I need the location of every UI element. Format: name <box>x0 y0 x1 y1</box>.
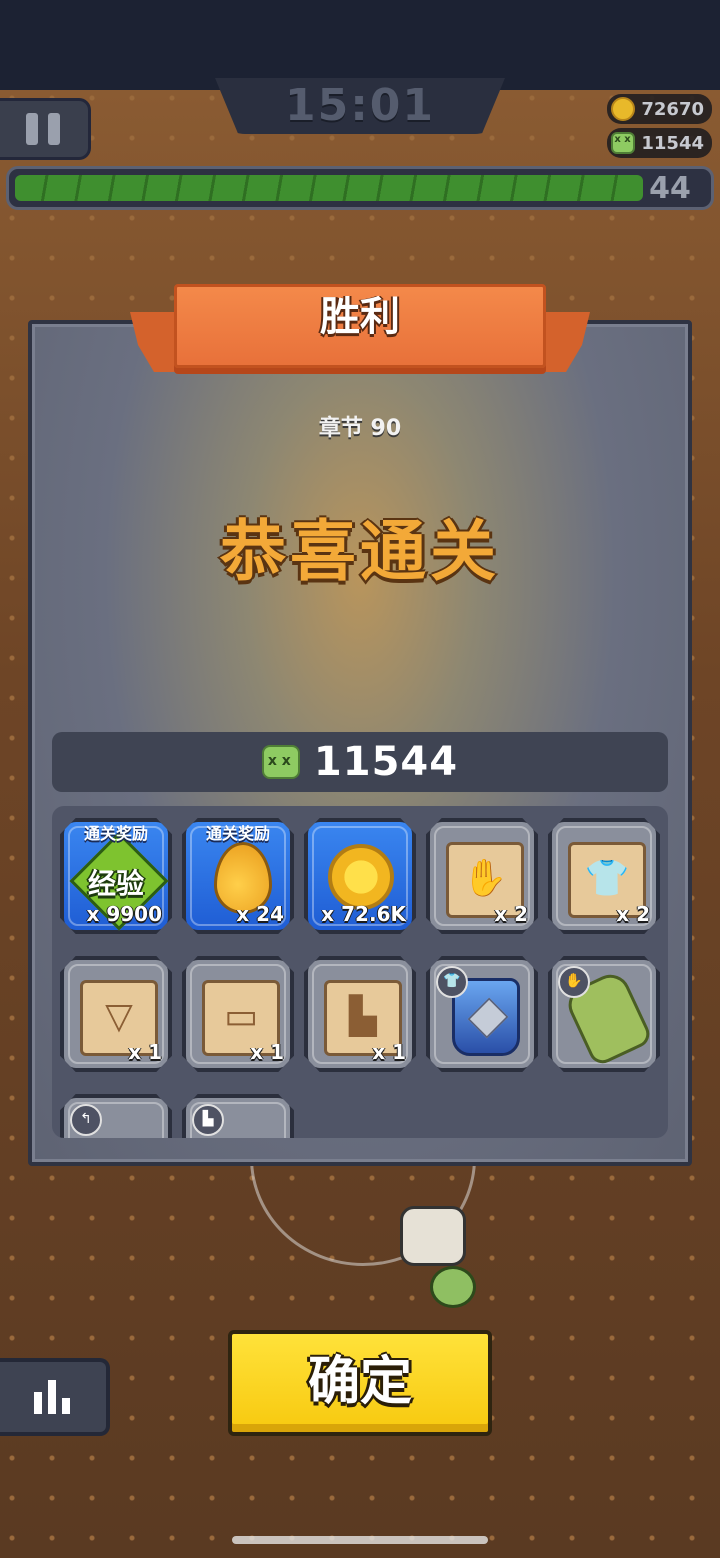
reward-qty: x 2 <box>616 902 650 926</box>
pause-icon <box>26 113 38 145</box>
glove-type-badge-icon: ✋ <box>558 966 590 998</box>
battle-stats-button[interactable] <box>0 1358 110 1436</box>
experience-bar: 44 <box>6 166 714 210</box>
reward-slot-necklace-scroll[interactable]: ▽ x 1 <box>60 956 172 1072</box>
player-level: 44 <box>649 171 691 206</box>
congrats-headline: 恭喜通关 <box>220 513 500 590</box>
hero-character <box>430 1266 476 1308</box>
kill-summary-count: 11544 <box>313 739 459 785</box>
coin-icon <box>611 97 636 121</box>
reward-slot-weapon[interactable]: ↰ <box>60 1094 172 1138</box>
reward-slot-blue-armor[interactable]: 👕 <box>426 956 538 1072</box>
zombie-head-icon <box>611 132 636 154</box>
coin-counter: 72670 <box>607 94 712 124</box>
reward-slot-glove-scroll[interactable]: ✋ x 2 <box>426 818 538 934</box>
stats-bar-chart-icon-bar <box>48 1380 56 1414</box>
stats-bar-chart-icon-bar <box>62 1398 70 1414</box>
reward-qty: x 24 <box>236 902 284 926</box>
coin-count: 72670 <box>641 98 704 120</box>
reward-slot-gold-drop[interactable]: 通关奖励 x 24 <box>182 818 294 934</box>
confirm-button[interactable]: 确定 <box>228 1330 492 1436</box>
reward-slot-armor-scroll[interactable]: 👕 x 2 <box>548 818 660 934</box>
boots-type-badge-icon: ▙ <box>192 1104 224 1136</box>
reward-slot-boots[interactable]: ▙ <box>182 1094 294 1138</box>
game-timer: 15:01 <box>284 80 436 131</box>
reward-slot-camo-glove[interactable]: ✋ <box>548 956 660 1072</box>
title-ribbon: 胜利 <box>130 284 590 384</box>
experience-bar-fill <box>15 175 643 201</box>
zombie-head-icon <box>261 745 300 779</box>
hero-speech-bubble <box>400 1206 466 1266</box>
reward-slot-boots-scroll[interactable]: ▙ x 1 <box>304 956 416 1072</box>
armor-type-badge-icon: 👕 <box>436 966 468 998</box>
reward-slot-belt-scroll[interactable]: ▭ x 1 <box>182 956 294 1072</box>
reward-qty: x 2 <box>494 902 528 926</box>
kill-summary: 11544 <box>52 732 668 792</box>
weapon-type-badge-icon: ↰ <box>70 1104 102 1136</box>
kill-count: 11544 <box>641 132 704 154</box>
reward-qty: x 1 <box>372 1040 406 1064</box>
reward-tag: 通关奖励 <box>83 824 148 843</box>
stats-bar-chart-icon <box>34 1392 42 1414</box>
victory-title: 胜利 <box>320 294 400 340</box>
reward-slot-coins[interactable]: x 72.6K <box>304 818 416 934</box>
chapter-label: 章节 90 <box>318 416 402 441</box>
pause-icon-bar <box>48 113 60 145</box>
reward-grid[interactable]: 经验 通关奖励 x 9900 通关奖励 x 24 x 72.6K ✋ x 2 👕… <box>52 806 668 1138</box>
reward-qty: x 1 <box>128 1040 162 1064</box>
home-indicator[interactable] <box>232 1536 488 1544</box>
top-notch-area <box>0 0 720 90</box>
reward-label: 经验 <box>87 867 144 900</box>
pause-button[interactable] <box>0 98 91 160</box>
reward-slot-exp[interactable]: 经验 通关奖励 x 9900 <box>60 818 172 934</box>
reward-qty: x 72.6K <box>321 902 406 926</box>
kill-counter: 11544 <box>607 128 712 158</box>
coin-icon <box>328 844 394 910</box>
reward-qty: x 9900 <box>86 902 162 926</box>
reward-tag: 通关奖励 <box>205 824 270 843</box>
reward-qty: x 1 <box>250 1040 284 1064</box>
